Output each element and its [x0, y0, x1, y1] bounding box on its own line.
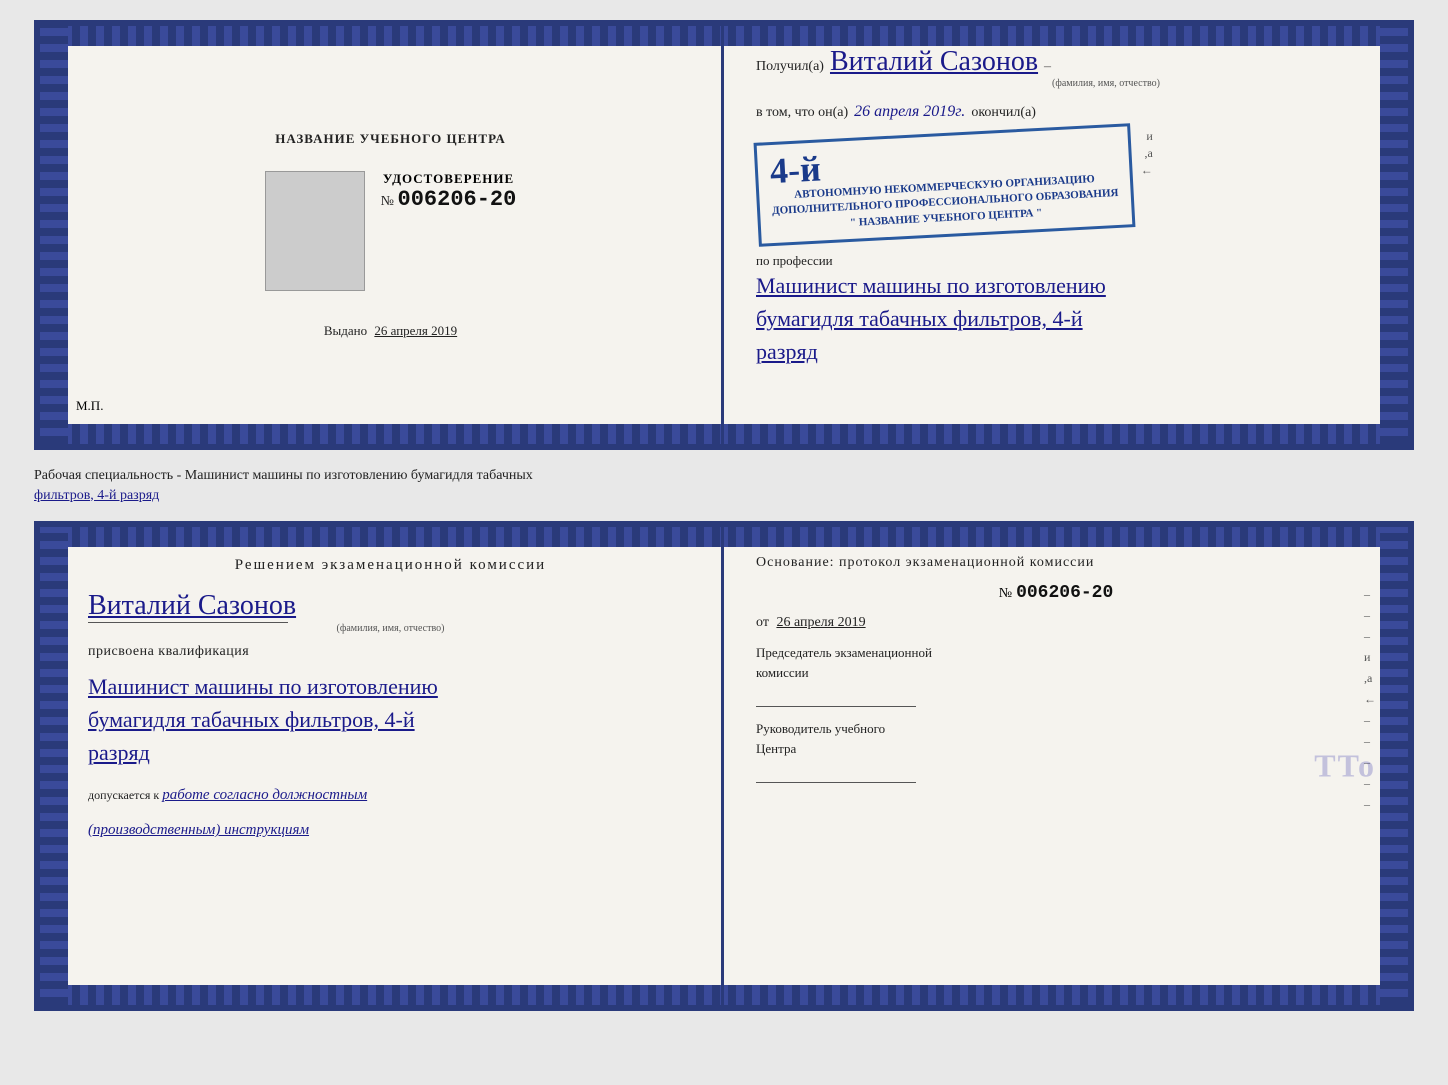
protocol-number: 006206-20 [1016, 583, 1113, 603]
between-text-normal: Рабочая специальность - Машинист машины … [34, 468, 533, 483]
cert-right-inner: Получил(а) Виталий Сазонов – (фамилия, и… [756, 46, 1356, 368]
bottom-right-mark-dash8: – [1364, 797, 1376, 812]
cert-left-panel: НАЗВАНИЕ УЧЕБНОГО ЦЕНТРА УДОСТОВЕРЕНИЕ №… [40, 26, 724, 444]
bottom-right-mark-dash1: – [1364, 587, 1376, 602]
bottom-right-mark-a: ,а [1364, 671, 1376, 686]
bottom-cert-left: Решением экзаменационной комиссии Витали… [40, 527, 724, 1005]
udostoverenie-label: УДОСТОВЕРЕНИЕ [381, 171, 517, 187]
recipient-name: Виталий Сазонов [830, 46, 1038, 78]
completion-date: 26 апреля 2019г. [854, 103, 965, 121]
bottom-right-mark-dash2: – [1364, 608, 1376, 623]
dopusk-handwritten2: (производственным) инструкциям [88, 822, 309, 838]
top-certificate: НАЗВАНИЕ УЧЕБНОГО ЦЕНТРА УДОСТОВЕРЕНИЕ №… [34, 20, 1414, 450]
left-strip [40, 26, 68, 444]
bottom-profession-line2: бумагидля табачных фильтров, 4-й [88, 703, 693, 736]
photo-placeholder [265, 171, 365, 291]
bottom-number-sign: № [999, 586, 1012, 601]
bottom-right-mark-i: и [1364, 650, 1376, 665]
bottom-right-mark-dash3: – [1364, 629, 1376, 644]
bottom-right-strip [1380, 527, 1408, 1005]
dopusk-line: допускается к работе согласно должностны… [88, 787, 693, 804]
dash-after-name: – [1044, 59, 1051, 75]
profession-line1: Машинист машины по изготовлению [756, 269, 1356, 302]
osnov-label: Основание: протокол экзаменационной коми… [756, 555, 1356, 571]
ruk-signature-line [756, 782, 916, 783]
chair-label: Председатель экзаменационной комиссии [756, 643, 1356, 707]
poluchil-prefix: Получил(а) [756, 59, 824, 75]
right-mark-a: ,а [1144, 146, 1152, 161]
between-label: Рабочая специальность - Машинист машины … [34, 466, 1414, 505]
dopusk-handwritten1: работе согласно должностным [162, 787, 367, 803]
right-strip [1380, 26, 1408, 444]
profession-line2: бумагидля табачных фильтров, 4-й [756, 302, 1356, 335]
dopusk-line2: (производственным) инструкциям [88, 822, 693, 839]
cert-number-block: УДОСТОВЕРЕНИЕ № 006206-20 [381, 171, 517, 212]
cert-left-inner: НАЗВАНИЕ УЧЕБНОГО ЦЕНТРА УДОСТОВЕРЕНИЕ №… [88, 131, 693, 339]
bottom-right-inner: Основание: протокол экзаменационной коми… [756, 555, 1356, 783]
right-mark-i: и [1146, 129, 1152, 144]
bottom-recipient-name: Виталий Сазонов [88, 590, 296, 621]
bottom-profession-line3: разряд [88, 736, 693, 769]
stamp-block: 4-й АВТОНОМНУЮ НЕКОММЕРЧЕСКУЮ ОРГАНИЗАЦИ… [754, 123, 1136, 247]
dopusk-prefix: допускается к [88, 788, 159, 802]
ot-prefix: от [756, 615, 769, 630]
chair-signature-line [756, 706, 916, 707]
profession-line3: разряд [756, 335, 1356, 368]
ruk-label: Руководитель учебного Центра [756, 719, 1356, 783]
bottom-cert-right: Основание: протокол экзаменационной коми… [724, 527, 1408, 1005]
prisvoena-text: присвоена квалификация [88, 644, 693, 660]
cert-number-value: 006206-20 [398, 187, 517, 212]
bottom-name-subtitle: (фамилия, имя, отчество) [88, 623, 693, 634]
po-professii-label: по профессии [756, 253, 1356, 269]
bottom-left-strip [40, 527, 68, 1005]
vydano-label: Выдано [324, 323, 367, 338]
mp-label: М.П. [76, 398, 103, 414]
bottom-right-mark-arrow: ← [1364, 692, 1376, 707]
resolution-title: Решением экзаменационной комиссии [88, 555, 693, 576]
tto-watermark: TTo [1314, 748, 1376, 785]
name-subtitle-top: (фамилия, имя, отчество) [856, 78, 1356, 89]
bottom-profession-line1: Машинист машины по изготовлению [88, 670, 693, 703]
bottom-left-inner: Решением экзаменационной комиссии Витали… [88, 555, 693, 839]
number-sign: № [381, 194, 394, 209]
bottom-right-mark-dash4: – [1364, 713, 1376, 728]
ot-date: 26 апреля 2019 [776, 615, 865, 630]
cert-right-panel: Получил(а) Виталий Сазонов – (фамилия, и… [724, 26, 1408, 444]
bottom-certificate: Решением экзаменационной комиссии Витали… [34, 521, 1414, 1011]
vydano-date: 26 апреля 2019 [374, 323, 457, 338]
between-text-underline: фильтров, 4-й разряд [34, 488, 159, 503]
vtom-prefix: в том, что он(а) [756, 105, 848, 121]
okончил-label: окончил(а) [971, 105, 1036, 121]
school-name-title: НАЗВАНИЕ УЧЕБНОГО ЦЕНТРА [275, 131, 506, 147]
right-mark-arrow: ← [1141, 163, 1153, 178]
